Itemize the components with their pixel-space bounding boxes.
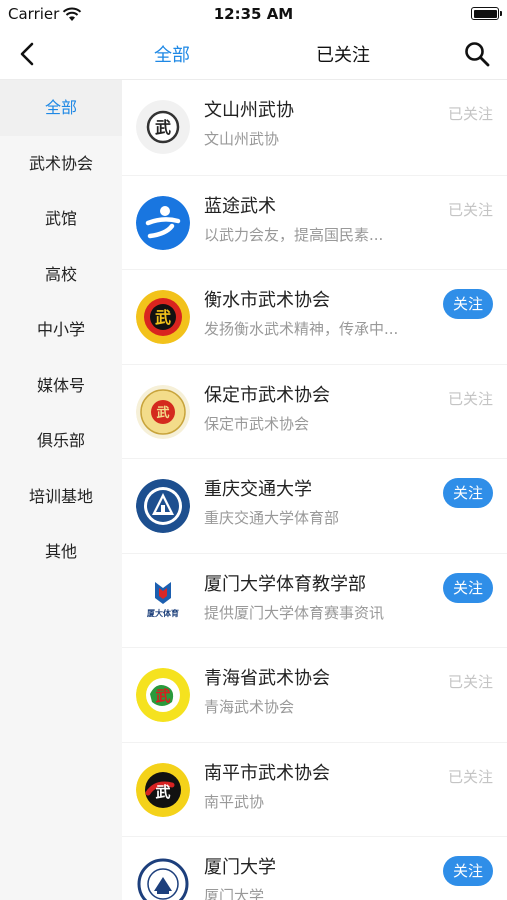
svg-text:武: 武: [155, 687, 170, 705]
follow-button[interactable]: 关注: [443, 572, 493, 603]
search-icon[interactable]: [463, 40, 491, 68]
organization-name: 保定市武术协会: [204, 384, 330, 406]
sidebar-item-other[interactable]: 其他: [0, 524, 122, 580]
list-item[interactable]: 厦大体育 厦门大学体育教学部 提供厦门大学体育赛事资讯 关注: [122, 552, 507, 648]
svg-text:武: 武: [156, 405, 169, 421]
organization-name: 南平市武术协会: [204, 762, 330, 784]
organization-description: 文山州武协: [204, 130, 280, 148]
back-arrow-icon[interactable]: [14, 40, 42, 68]
sidebar-item-club[interactable]: 俱乐部: [0, 413, 122, 469]
battery-icon: [471, 7, 502, 20]
list-item[interactable]: 武 青海省武术协会 青海武术协会 已关注: [122, 647, 507, 742]
organization-description: 厦门大学: [204, 887, 265, 900]
organization-list: 武 文山州武协 文山州武协 已关注 蓝途武术 以武力会友，提高国民素... 已关…: [122, 80, 507, 900]
organization-logo: [136, 857, 190, 900]
sidebar-item-primary-secondary-school[interactable]: 中小学: [0, 302, 122, 358]
organization-description: 重庆交通大学体育部: [204, 509, 340, 527]
follow-button[interactable]: 关注: [443, 289, 493, 319]
organization-description: 以武力会友，提高国民素...: [204, 225, 384, 244]
list-item[interactable]: 重庆交通大学 重庆交通大学体育部 关注: [122, 458, 507, 553]
organization-name: 文山州武协: [204, 100, 294, 121]
svg-text:武: 武: [155, 783, 170, 801]
organization-logo: 武: [136, 290, 190, 344]
organization-logo: 武: [136, 762, 190, 817]
organization-name: 衡水市武术协会: [204, 290, 330, 311]
organization-logo: 武: [136, 668, 190, 722]
organization-name: 青海省武术协会: [204, 668, 330, 689]
list-item[interactable]: 蓝途武术 以武力会友，提高国民素... 已关注: [122, 174, 507, 270]
organization-logo: 厦大体育: [136, 573, 190, 628]
organization-description: 南平武协: [204, 792, 265, 811]
organization-description: 青海武术协会: [204, 698, 295, 716]
organization-description: 保定市武术协会: [204, 414, 310, 433]
followed-button[interactable]: 已关注: [437, 667, 493, 697]
sidebar-item-training-base[interactable]: 培训基地: [0, 469, 122, 525]
sidebar-item-all[interactable]: 全部: [0, 80, 122, 136]
organization-name: 厦门大学体育教学部: [204, 573, 366, 595]
category-sidebar: 全部 武术协会 武馆 高校 中小学 媒体号 俱乐部 培训基地 其他: [0, 80, 122, 900]
organization-name: 重庆交通大学: [204, 479, 312, 500]
svg-text:武: 武: [155, 118, 171, 137]
organization-logo: 武: [136, 100, 190, 154]
follow-button[interactable]: 关注: [443, 856, 493, 886]
svg-text:厦大体育: 厦大体育: [147, 608, 179, 618]
organization-description: 提供厦门大学体育赛事资讯: [204, 603, 385, 622]
sidebar-item-media-account[interactable]: 媒体号: [0, 358, 122, 414]
tab-followed[interactable]: 已关注: [316, 41, 370, 67]
organization-description: 发扬衡水武术精神，传承中...: [204, 320, 399, 338]
nav-bar: 全部 已关注: [0, 28, 507, 80]
clock: 12:35 AM: [213, 5, 294, 23]
follow-button[interactable]: 关注: [443, 478, 493, 508]
list-item[interactable]: 厦门大学 厦门大学 关注: [122, 836, 507, 900]
sidebar-item-martial-arts-association[interactable]: 武术协会: [0, 136, 122, 192]
list-item[interactable]: 武 保定市武术协会 保定市武术协会 已关注: [122, 363, 507, 459]
organization-name: 厦门大学: [204, 857, 276, 878]
status-bar: Carrier 12:35 AM: [0, 0, 507, 28]
followed-button[interactable]: 已关注: [437, 99, 493, 129]
sidebar-item-university[interactable]: 高校: [0, 247, 122, 303]
organization-logo: 武: [136, 384, 190, 439]
organization-logo: [136, 479, 190, 533]
followed-button[interactable]: 已关注: [437, 195, 493, 225]
followed-button[interactable]: 已关注: [437, 384, 493, 414]
followed-button[interactable]: 已关注: [437, 762, 493, 792]
organization-name: 蓝途武术: [204, 195, 276, 217]
sidebar-item-martial-arts-school[interactable]: 武馆: [0, 191, 122, 247]
svg-text:武: 武: [155, 308, 171, 327]
organization-logo: [136, 195, 190, 250]
list-item[interactable]: 武 南平市武术协会 南平武协 已关注: [122, 741, 507, 837]
tab-all[interactable]: 全部: [154, 41, 190, 67]
list-item[interactable]: 武 文山州武协 文山州武协 已关注: [122, 80, 507, 175]
list-item[interactable]: 武 衡水市武术协会 发扬衡水武术精神，传承中... 关注: [122, 269, 507, 364]
